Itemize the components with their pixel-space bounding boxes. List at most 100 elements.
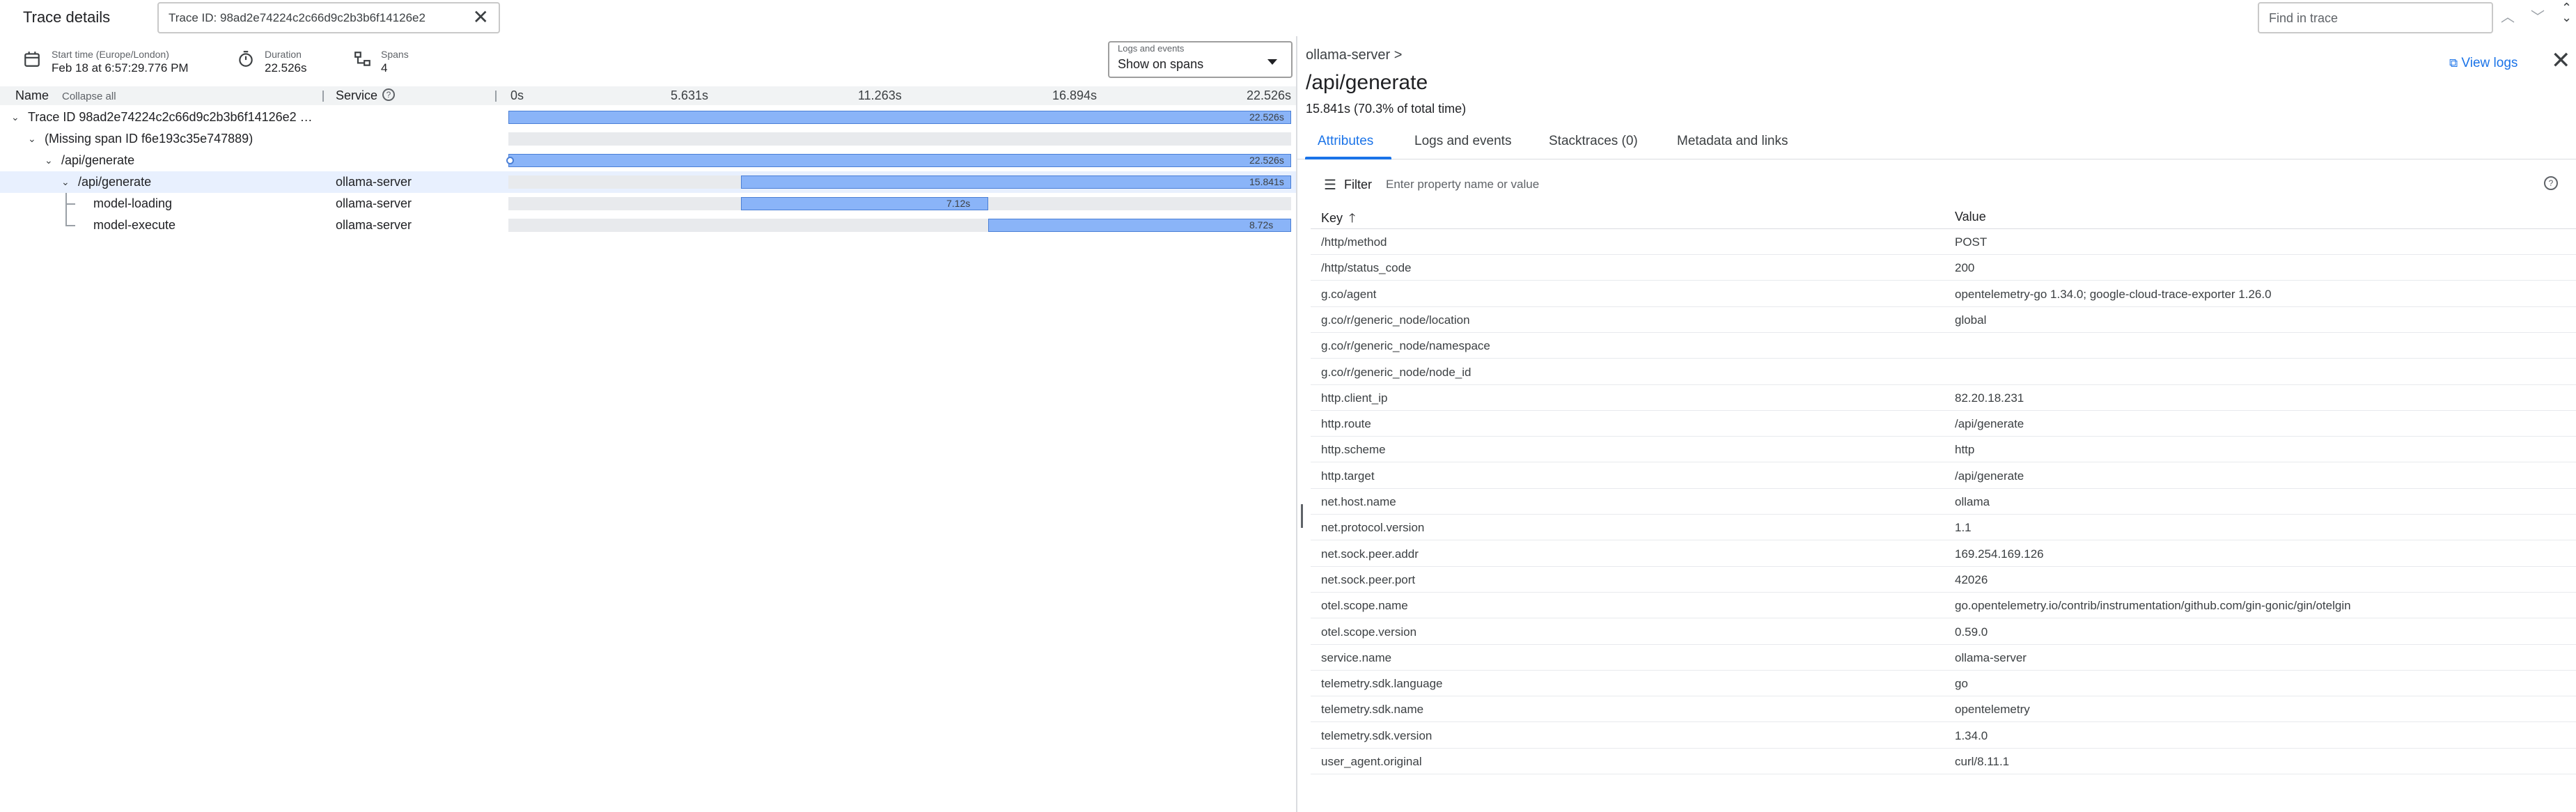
duration-value: 22.526s — [265, 61, 307, 75]
attribute-key: http.target — [1321, 469, 1375, 483]
span-name: (Missing span ID f6e193c35e747889) — [45, 132, 253, 146]
attribute-row[interactable]: telemetry.sdk.name opentelemetry — [1311, 696, 2576, 723]
attribute-row[interactable]: telemetry.sdk.language go — [1311, 671, 2576, 697]
key-column-header[interactable]: Key 🡑 — [1321, 210, 1355, 231]
tab-metadata-and-links[interactable]: Metadata and links — [1677, 134, 1788, 149]
attribute-value: global — [1955, 313, 1987, 327]
attribute-row[interactable]: g.co/r/generic_node/location global — [1311, 307, 2576, 333]
span-origin-marker — [506, 157, 514, 164]
external-link-icon: ⧉ — [2449, 56, 2458, 70]
attribute-row[interactable]: http.client_ip 82.20.18.231 — [1311, 385, 2576, 411]
timeline-row[interactable]: ⌄ (Missing span ID f6e193c35e747889) — [0, 128, 1296, 150]
dropdown-arrow-icon — [1267, 59, 1277, 65]
attribute-key: otel.scope.name — [1321, 599, 1408, 613]
logs-select-label: Logs and events — [1118, 43, 1185, 54]
chevron-down-icon[interactable]: ⌄ — [11, 111, 19, 123]
timeline-row[interactable]: ⌄ /api/generate 22.526s — [0, 150, 1296, 171]
attribute-row[interactable]: g.co/r/generic_node/namespace — [1311, 333, 2576, 359]
attribute-row[interactable]: net.sock.peer.port 42026 — [1311, 567, 2576, 593]
logs-events-select[interactable]: Logs and events Show on spans — [1108, 41, 1293, 78]
chevron-down-icon[interactable]: ⌄ — [45, 155, 53, 166]
tab-stacktraces[interactable]: Stacktraces (0) — [1549, 134, 1638, 149]
attribute-row[interactable]: user_agent.original curl/8.11.1 — [1311, 749, 2576, 774]
timeline-row[interactable]: ⌄ Trace ID 98ad2e74224c2c66d9c2b3b6f14126… — [0, 107, 1296, 128]
attribute-value: go — [1955, 677, 1968, 691]
timeline-row[interactable]: model-execute ollama-server 8.72s — [0, 214, 1296, 236]
tick-label: 5.631s — [671, 88, 709, 102]
attribute-row[interactable]: g.co/agent opentelemetry-go 1.34.0; googl… — [1311, 281, 2576, 307]
close-icon[interactable]: ✕ — [473, 7, 489, 28]
span-bar[interactable] — [508, 111, 1291, 124]
attribute-row[interactable]: net.sock.peer.addr 169.254.169.126 — [1311, 541, 2576, 567]
attribute-row[interactable]: g.co/r/generic_node/node_id — [1311, 359, 2576, 385]
span-bar[interactable] — [741, 175, 1291, 189]
attribute-row[interactable]: otel.scope.version 0.59.0 — [1311, 619, 2576, 645]
tick-label: 11.263s — [858, 88, 902, 102]
find-in-trace-input[interactable]: Find in trace — [2258, 2, 2493, 33]
span-bar[interactable] — [508, 154, 1291, 167]
find-placeholder: Find in trace — [2269, 11, 2339, 25]
attribute-key: /http/status_code — [1321, 261, 1412, 275]
attribute-value: ollama-server — [1955, 650, 2027, 664]
chevron-down-icon[interactable]: ﹀ — [2531, 6, 2545, 26]
attribute-row[interactable]: telemetry.sdk.version 1.34.0 — [1311, 723, 2576, 749]
attribute-value: 1.1 — [1955, 521, 1972, 535]
attribute-row[interactable]: net.host.name ollama — [1311, 489, 2576, 515]
trace-id-text: Trace ID: 98ad2e74224c2c66d9c2b3b6f14126… — [169, 11, 426, 24]
span-bar-label: 8.72s — [1249, 219, 1274, 231]
attribute-key: telemetry.sdk.version — [1321, 728, 1433, 742]
span-track — [508, 132, 1291, 146]
key-header-label: Key — [1321, 211, 1343, 225]
attribute-row[interactable]: /http/method POST — [1311, 229, 2576, 255]
column-divider[interactable] — [322, 91, 324, 102]
resize-handle[interactable] — [1301, 504, 1303, 528]
close-panel-icon[interactable]: ✕ — [2551, 49, 2571, 72]
attribute-key: net.protocol.version — [1321, 521, 1425, 535]
tab-attributes[interactable]: Attributes — [1318, 134, 1373, 149]
view-logs-link[interactable]: ⧉ View logs — [2449, 56, 2518, 71]
name-column-header[interactable]: Name — [15, 88, 49, 103]
tab-logs-and-events[interactable]: Logs and events — [1414, 134, 1511, 149]
attribute-row[interactable]: otel.scope.name go.opentelemetry.io/contr… — [1311, 593, 2576, 619]
trace-id-chip[interactable]: Trace ID: 98ad2e74224c2c66d9c2b3b6f14126… — [157, 2, 500, 33]
span-duration: 15.841s (70.3% of total time) — [1306, 102, 1467, 116]
attributes-table-header: Key 🡑 Value — [1311, 204, 2576, 229]
attribute-row[interactable]: http.route/api/generate — [1311, 411, 2576, 437]
help-icon[interactable]: ? — [382, 88, 395, 101]
chevron-down-icon[interactable]: ⌄ — [28, 133, 36, 145]
filter-input[interactable]: Enter property name or value — [1386, 178, 1539, 192]
breadcrumb[interactable]: ollama-server > — [1306, 47, 1402, 63]
attribute-row[interactable]: http.scheme http — [1311, 437, 2576, 463]
chevron-down-icon[interactable]: ⌄ — [61, 176, 70, 188]
panel-divider[interactable] — [1296, 36, 1297, 812]
span-bar-label: 22.526s — [1249, 111, 1284, 123]
span-bar[interactable] — [988, 219, 1291, 232]
attribute-key: http.scheme — [1321, 443, 1386, 457]
collapse-all-button[interactable]: Collapse all — [62, 91, 116, 102]
attribute-row[interactable]: http.target/api/generate — [1311, 463, 2576, 489]
attribute-value: 0.59.0 — [1955, 625, 1988, 639]
attribute-row[interactable]: net.protocol.version 1.1 — [1311, 515, 2576, 541]
spans-value: 4 — [381, 61, 388, 75]
spans-label: Spans — [381, 49, 409, 60]
help-icon[interactable]: ? — [2544, 176, 2558, 190]
expand-icon[interactable]: ⌃ ⌄ — [2561, 1, 2572, 24]
attribute-key: g.co/r/generic_node/node_id — [1321, 365, 1472, 379]
timeline-row[interactable]: model-loading ollama-server 7.12s — [0, 193, 1296, 214]
attribute-value: 1.34.0 — [1955, 728, 1988, 742]
attribute-row[interactable]: /http/status_code 200 — [1311, 255, 2576, 281]
sort-up-arrow-icon: 🡑 — [1349, 211, 1356, 225]
service-column-header: Service — [336, 88, 378, 102]
tree-connector — [65, 225, 75, 226]
chevron-up-icon[interactable]: ︿ — [2501, 6, 2515, 26]
attribute-key: otel.scope.version — [1321, 625, 1417, 639]
column-divider[interactable] — [495, 91, 497, 102]
attribute-key: g.co/r/generic_node/namespace — [1321, 339, 1490, 353]
attribute-value: 42026 — [1955, 572, 1988, 586]
tick-label: 0s — [510, 88, 524, 102]
filter-label: Filter — [1344, 178, 1372, 192]
timeline-row[interactable]: ⌄ /api/generate ollama-server 15.841s — [0, 171, 1296, 193]
filter-bar[interactable]: ☰ Filter Enter property name or value ? — [1297, 172, 2576, 197]
attribute-row[interactable]: service.name ollama-server — [1311, 645, 2576, 671]
attribute-key: g.co/agent — [1321, 287, 1377, 301]
